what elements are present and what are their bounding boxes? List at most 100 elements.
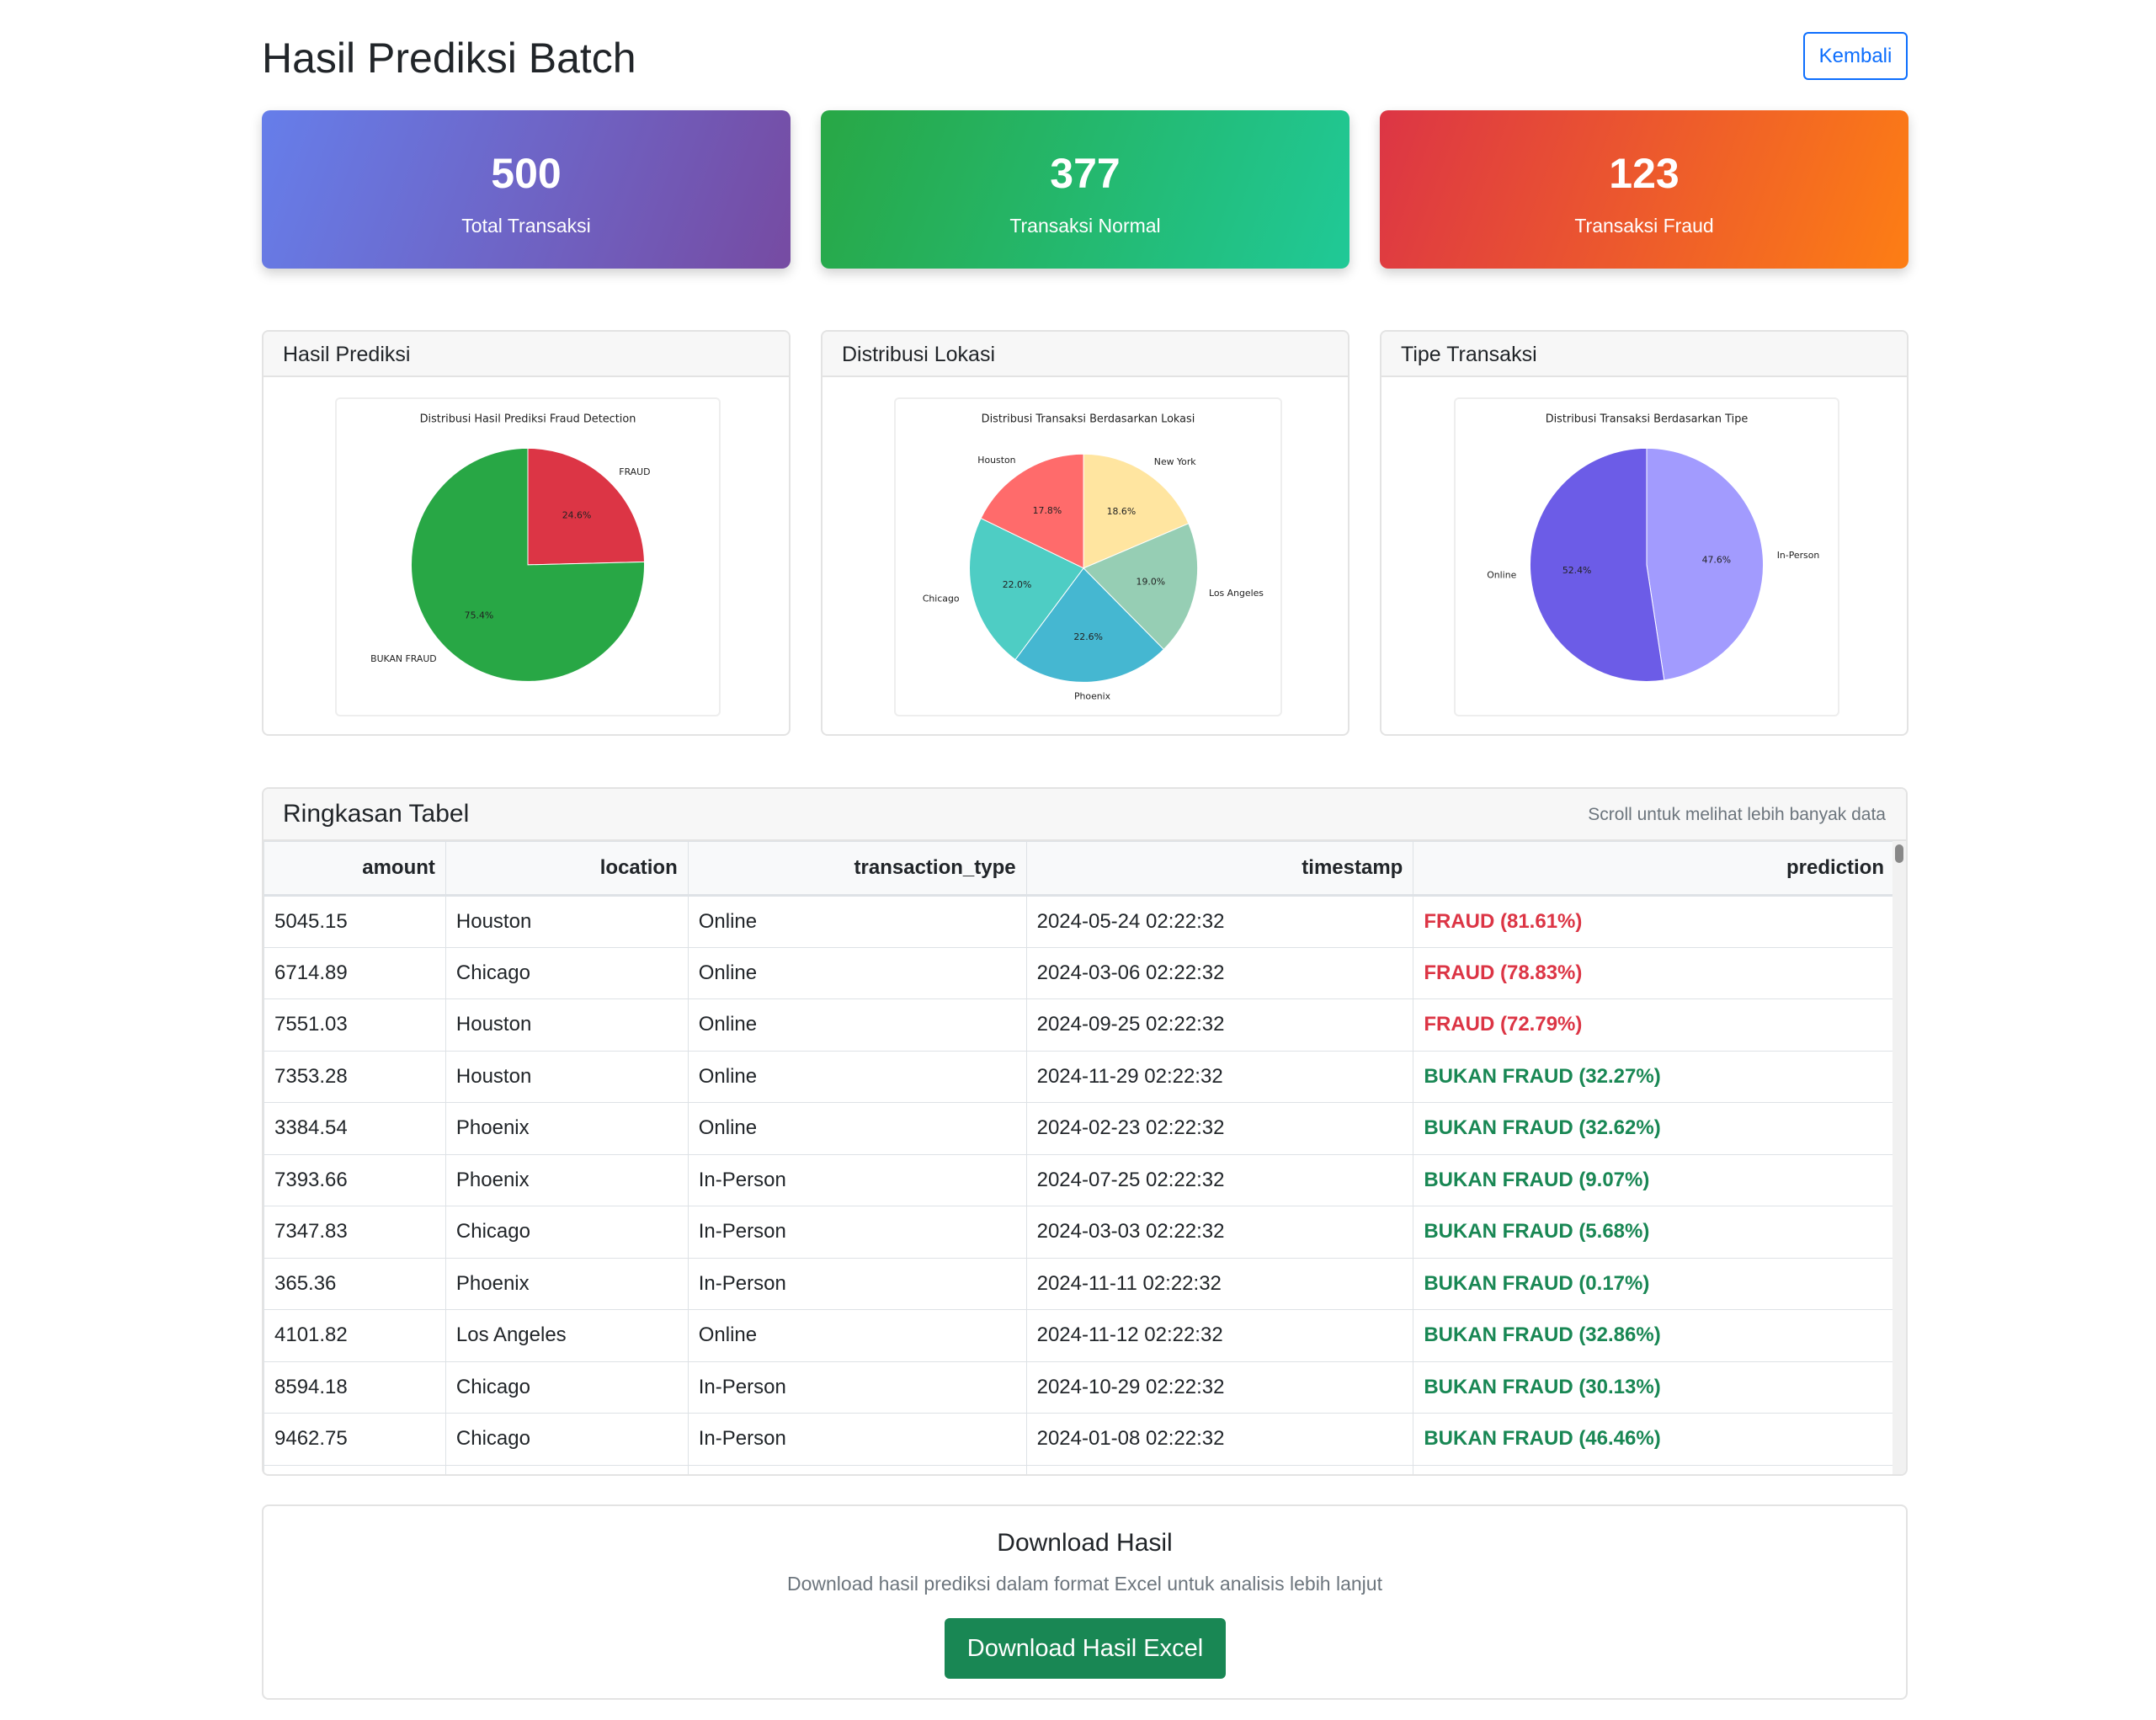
table-row: 7551.03 Houston Online 2024-09-25 02:22:32 F… [264,998,1895,1052]
cell-amount: 5045.15 [264,895,446,948]
cell-transaction-type: Online [687,1050,1027,1103]
column-header-timestamp[interactable]: timestamp [1025,841,1414,897]
stat-total-label: Total Transaksi [461,215,591,237]
column-header-transaction-type[interactable]: transaction_type [687,841,1027,897]
cell-prediction: BUKAN FRAUD (9.07%) [1413,1153,1895,1206]
summary-table: amount location transaction_type timesta… [264,841,1895,1474]
back-button[interactable]: Kembali [1803,32,1908,80]
cell-amount: 4101.82 [264,1309,446,1362]
stat-normal-label: Transaksi Normal [1009,215,1161,237]
chart-card-title: Tipe Transaksi [1381,332,1907,377]
download-description: Download hasil prediksi dalam format Exc… [787,1573,1382,1595]
table-row: 3384.54 Phoenix Online 2024-02-23 02:22:32 B… [264,1102,1895,1155]
cell-amount: 7551.03 [264,998,446,1052]
column-header-location[interactable]: location [445,841,689,897]
table-header-row: amount location transaction_type timesta… [264,841,1895,897]
location-pie-chart: Distribusi Transaksi Berdasarkan Lokasi 1… [894,397,1282,716]
cell-location [445,1464,689,1474]
cell-transaction-type: In-Person [687,1413,1027,1466]
cell-timestamp: 2024-01-08 02:22:32 [1025,1413,1414,1466]
type-pie-svg: Distribusi Transaksi Berdasarkan Tipe 47.… [1487,413,1820,682]
pie-value-label: 52.4% [1562,565,1592,576]
pie-category-label: Phoenix [1074,690,1111,701]
cell-transaction-type: In-Person [687,1153,1027,1206]
table-card-title: Ringkasan Tabel [283,800,470,828]
cell-prediction: BUKAN FRAUD (46.46%) [1413,1413,1895,1466]
cell-location: Phoenix [445,1102,689,1155]
column-header-prediction[interactable]: prediction [1413,841,1895,897]
cell-transaction-type: Online [687,946,1027,999]
table-card-header: Ringkasan Tabel Scroll untuk melihat leb… [264,789,1906,841]
table-row: 7347.83 Chicago In-Person 2024-03-03 02:22:… [264,1206,1895,1259]
cell-prediction [1413,1464,1895,1474]
cell-timestamp: 2024-02-23 02:22:32 [1025,1102,1414,1155]
stat-total-value: 500 [491,150,562,197]
table-row: 5045.15 Houston Online 2024-05-24 02:22:32 F… [264,895,1895,948]
table-scrollbar-thumb[interactable] [1895,844,1903,863]
chart-title: Distribusi Transaksi Berdasarkan Tipe [1546,413,1749,426]
table-scroll-area[interactable]: amount location transaction_type timesta… [264,841,1895,1474]
table-row: 7393.66 Phoenix In-Person 2024-07-25 02:22:… [264,1153,1895,1206]
download-title: Download Hasil [997,1529,1173,1557]
pie-value-label: 18.6% [1107,506,1137,517]
cell-prediction: FRAUD (72.79%) [1413,998,1895,1052]
table-row: 365.36 Phoenix In-Person 2024-11-11 02:22:3… [264,1257,1895,1310]
chart-card-prediction: Hasil Prediksi Distribusi Hasil Prediksi… [262,330,791,736]
table-row: 9462.75 Chicago In-Person 2024-01-08 02:22:… [264,1413,1895,1466]
cell-location: Houston [445,1050,689,1103]
cell-amount: 9462.75 [264,1413,446,1466]
stat-card-fraud: 123 Transaksi Fraud [1380,110,1908,269]
cell-amount: 7353.28 [264,1050,446,1103]
pie-category-label: Chicago [923,594,960,604]
cell-amount: 8594.18 [264,1361,446,1414]
prediction-pie-svg: Distribusi Hasil Prediksi Fraud Detectio… [370,413,650,682]
cell-prediction: BUKAN FRAUD (0.17%) [1413,1257,1895,1310]
cell-location: Chicago [445,946,689,999]
pie-category-label: BUKAN FRAUD [370,653,437,664]
cell-timestamp: 2024-07-25 02:22:32 [1025,1153,1414,1206]
cell-location: Chicago [445,1413,689,1466]
stat-normal-value: 377 [1050,150,1121,197]
cell-location: Phoenix [445,1153,689,1206]
cell-transaction-type: In-Person [687,1206,1027,1259]
cell-prediction: BUKAN FRAUD (32.62%) [1413,1102,1895,1155]
cell-timestamp: 2024-11-29 02:22:32 [1025,1050,1414,1103]
table-scrollbar[interactable] [1892,841,1906,1474]
cell-prediction: FRAUD (81.61%) [1413,895,1895,948]
cell-timestamp: 2024-03-06 02:22:32 [1025,946,1414,999]
cell-timestamp: 2024-11-11 02:22:32 [1025,1257,1414,1310]
cell-amount [264,1464,446,1474]
page-title: Hasil Prediksi Batch [262,35,636,82]
column-header-amount[interactable]: amount [264,841,446,897]
cell-location: Los Angeles [445,1309,689,1362]
prediction-pie-chart: Distribusi Hasil Prediksi Fraud Detectio… [335,397,721,716]
pie-value-label: 24.6% [562,509,592,520]
cell-timestamp: 2024-11-12 02:22:32 [1025,1309,1414,1362]
pie-category-label: Online [1487,570,1516,581]
cell-transaction-type: In-Person [687,1257,1027,1310]
stat-card-normal: 377 Transaksi Normal [821,110,1349,269]
cell-timestamp: 2024-05-24 02:22:32 [1025,895,1414,948]
cell-prediction: BUKAN FRAUD (30.13%) [1413,1361,1895,1414]
pie-category-label: In-Person [1777,550,1820,561]
pie-value-label: 75.4% [465,610,494,620]
chart-card-location: Distribusi Lokasi Distribusi Transaksi B… [821,330,1349,736]
cell-prediction: BUKAN FRAUD (32.86%) [1413,1309,1895,1362]
cell-transaction-type: Online [687,1102,1027,1155]
chart-title: Distribusi Hasil Prediksi Fraud Detectio… [420,413,636,426]
pie-category-label: Houston [977,455,1015,466]
cell-location: Houston [445,998,689,1052]
cell-transaction-type: Online [687,1309,1027,1362]
cell-timestamp [1025,1464,1414,1474]
cell-timestamp: 2024-03-03 02:22:32 [1025,1206,1414,1259]
cell-transaction-type: Online [687,998,1027,1052]
cell-prediction: FRAUD (78.83%) [1413,946,1895,999]
cell-transaction-type [687,1464,1027,1474]
cell-amount: 7393.66 [264,1153,446,1206]
stat-fraud-label: Transaksi Fraud [1574,215,1714,237]
download-excel-button[interactable]: Download Hasil Excel [945,1618,1226,1679]
pie-category-label: FRAUD [619,466,650,477]
cell-transaction-type: In-Person [687,1361,1027,1414]
pie-value-label: 17.8% [1033,505,1062,516]
table-row: 6714.89 Chicago Online 2024-03-06 02:22:32 F… [264,946,1895,999]
